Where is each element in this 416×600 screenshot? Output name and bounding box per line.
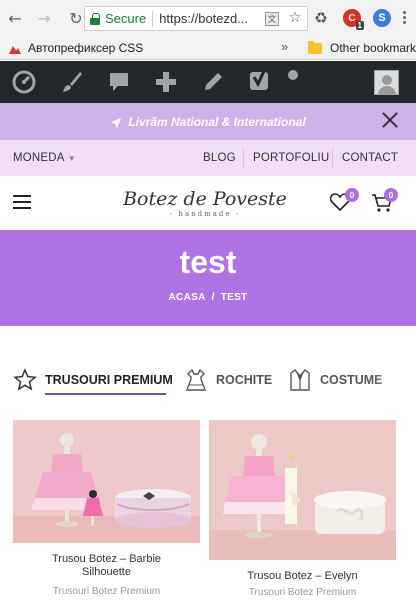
- bookmark-star-icon[interactable]: ☆: [288, 10, 302, 25]
- lock-icon: [90, 12, 100, 25]
- other-bookmarks[interactable]: Other bookmarks: [330, 41, 416, 55]
- star-icon: [13, 368, 37, 392]
- product-title[interactable]: Trusou Botez – Barbie Silhouette: [30, 553, 183, 579]
- seo-status-dot-icon: [288, 70, 298, 80]
- secure-label: Secure: [105, 11, 147, 26]
- url-text: https://botezd...: [159, 11, 249, 26]
- promo-bar: Livrăm National & International: [0, 103, 416, 140]
- adblock-extension-icon[interactable]: C 1: [343, 9, 364, 30]
- back-button[interactable]: ←: [4, 7, 26, 29]
- breadcrumb: ACASA / TEST: [0, 292, 416, 303]
- currency-dropdown[interactable]: MONEDA ▼: [13, 140, 76, 176]
- close-icon[interactable]: [380, 110, 400, 130]
- active-tab-indicator: [45, 393, 166, 395]
- nav-link-blog[interactable]: BLOG: [203, 140, 236, 176]
- customize-brush-icon[interactable]: [56, 61, 88, 103]
- site-logo[interactable]: Botez de Poveste - handmade -: [120, 188, 290, 219]
- tab-rochite[interactable]: ROCHITE: [184, 360, 272, 400]
- rocket-icon: [110, 116, 122, 128]
- cart-count: 0: [384, 188, 398, 202]
- product-image[interactable]: [13, 420, 200, 543]
- dress-icon: [184, 368, 208, 392]
- product-category[interactable]: Trusouri Botez Premium: [13, 586, 200, 597]
- logo-text: Botez de Poveste: [123, 188, 287, 210]
- tabs-fade: [372, 360, 416, 400]
- bookmarks-overflow[interactable]: »: [281, 39, 288, 54]
- top-nav: MONEDA ▼ BLOG PORTOFOLIU CONTACT: [0, 140, 416, 176]
- page-title: test: [179, 244, 237, 280]
- chevron-down-icon: ▼: [67, 153, 76, 163]
- product-title[interactable]: Trusou Botez – Evelyn: [209, 570, 396, 583]
- product-image[interactable]: [209, 420, 396, 560]
- nav-link-contact[interactable]: CONTACT: [342, 140, 398, 176]
- forward-button[interactable]: →: [33, 7, 55, 29]
- yoast-seo-icon[interactable]: [244, 61, 276, 103]
- tab-costume[interactable]: COSTUME: [288, 360, 383, 400]
- breadcrumb-separator: /: [211, 292, 215, 303]
- breadcrumb-current: TEST: [220, 292, 248, 303]
- recycle-extension-icon[interactable]: ♻: [312, 9, 330, 27]
- translate-icon[interactable]: 文: [265, 12, 279, 26]
- promo-text: Livrăm National & International: [128, 114, 306, 129]
- suit-icon: [288, 368, 312, 392]
- category-tabs: TRUSOURI PREMIUM ROCHITE COSTUME: [0, 360, 416, 404]
- wishlist-count: 0: [345, 188, 359, 202]
- menu-icon[interactable]: [401, 10, 407, 26]
- edit-pencil-icon[interactable]: [197, 61, 229, 103]
- comments-icon[interactable]: [103, 61, 135, 103]
- s-extension-icon[interactable]: S: [373, 9, 391, 27]
- avatar[interactable]: [374, 70, 399, 95]
- currency-label: MONEDA: [13, 152, 65, 164]
- breadcrumb-home[interactable]: ACASA: [169, 292, 206, 303]
- hamburger-menu-icon[interactable]: [13, 195, 31, 209]
- bookmark-favicon-icon: [8, 41, 22, 55]
- nav-divider: [332, 148, 333, 168]
- extension-badge: 1: [355, 21, 364, 30]
- add-new-icon[interactable]: [150, 61, 182, 103]
- product-category[interactable]: Trusouri Botez Premium: [209, 587, 396, 598]
- bookmark-item[interactable]: Автопрефиксер CSS: [28, 41, 143, 55]
- dashboard-icon[interactable]: [8, 61, 40, 103]
- tab-label: TRUSOURI PREMIUM: [45, 373, 173, 387]
- logo-tagline: - handmade -: [169, 210, 241, 218]
- nav-link-portofoliu[interactable]: PORTOFOLIU: [253, 140, 329, 176]
- omnibox-divider: [152, 10, 154, 27]
- tab-label: ROCHITE: [216, 373, 273, 387]
- nav-divider: [243, 148, 244, 168]
- folder-icon: [308, 41, 322, 54]
